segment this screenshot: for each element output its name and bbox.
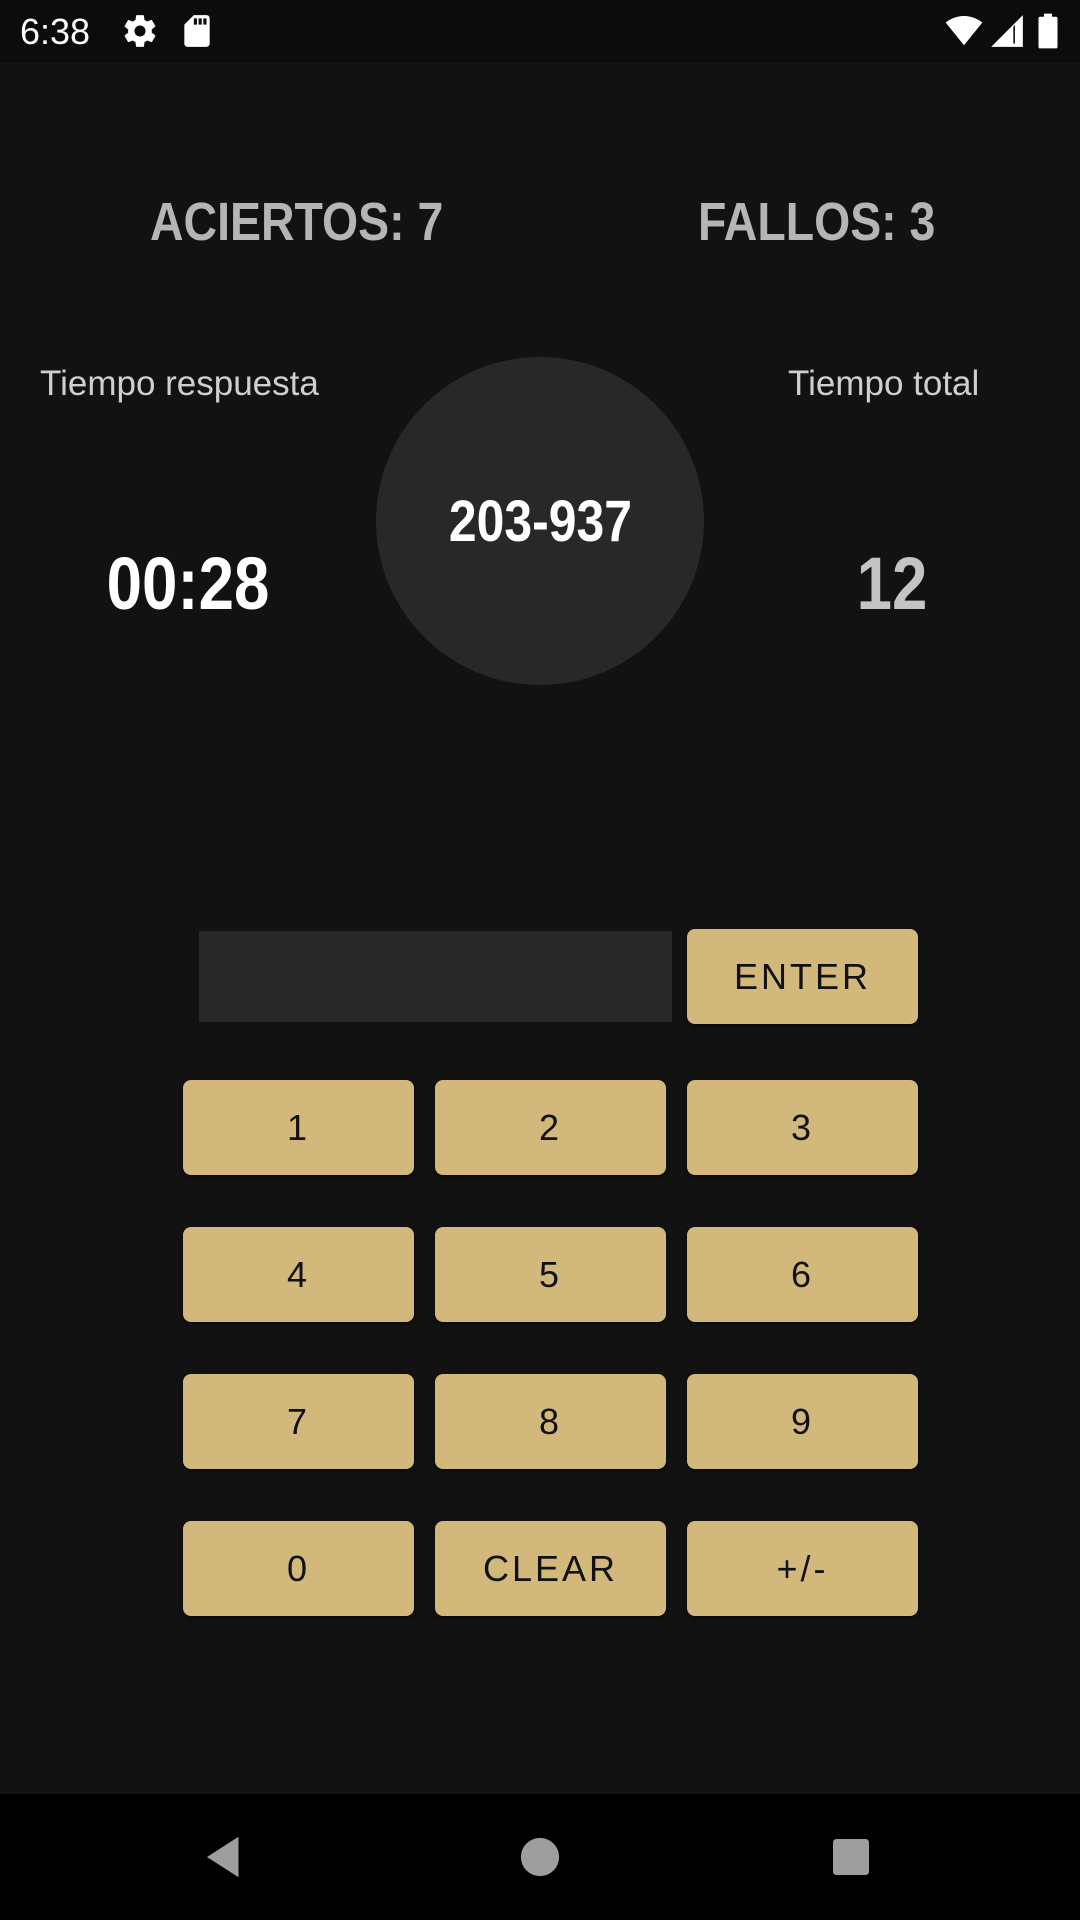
signal-icon xyxy=(988,12,1026,50)
answer-input[interactable] xyxy=(199,931,672,1022)
response-time-value: 00:28 xyxy=(106,542,270,625)
back-icon[interactable] xyxy=(198,1830,252,1884)
app-screen: 6:38 ACIERTOS: 7 FALLOS: 3 Tiempo respue… xyxy=(0,0,1080,1920)
problem-expression: 203-937 xyxy=(448,488,632,554)
status-bar: 6:38 xyxy=(0,0,1080,63)
key-4[interactable]: 4 xyxy=(183,1227,414,1322)
settings-icon xyxy=(121,12,159,50)
key-6[interactable]: 6 xyxy=(687,1227,918,1322)
key-7[interactable]: 7 xyxy=(183,1374,414,1469)
sd-card-icon xyxy=(178,12,216,50)
key-3[interactable]: 3 xyxy=(687,1080,918,1175)
key-8[interactable]: 8 xyxy=(435,1374,666,1469)
recents-icon[interactable] xyxy=(824,1830,878,1884)
key-5[interactable]: 5 xyxy=(435,1227,666,1322)
clear-button[interactable]: CLEAR xyxy=(435,1521,666,1616)
key-9[interactable]: 9 xyxy=(687,1374,918,1469)
total-time-value: 12 xyxy=(856,542,928,625)
total-time-label: Tiempo total xyxy=(788,364,980,403)
problem-circle: 203-937 xyxy=(376,357,704,685)
fails-counter: FALLOS: 3 xyxy=(698,192,936,252)
sign-toggle-button[interactable]: +/- xyxy=(687,1521,918,1616)
key-1[interactable]: 1 xyxy=(183,1080,414,1175)
enter-button[interactable]: ENTER xyxy=(687,929,918,1024)
wifi-icon xyxy=(943,12,985,50)
battery-icon xyxy=(1034,12,1062,50)
home-icon[interactable] xyxy=(513,1830,567,1884)
key-0[interactable]: 0 xyxy=(183,1521,414,1616)
response-time-label: Tiempo respuesta xyxy=(40,364,319,403)
status-time: 6:38 xyxy=(20,11,91,52)
key-2[interactable]: 2 xyxy=(435,1080,666,1175)
hits-counter: ACIERTOS: 7 xyxy=(150,192,444,252)
navigation-bar xyxy=(0,1794,1080,1920)
